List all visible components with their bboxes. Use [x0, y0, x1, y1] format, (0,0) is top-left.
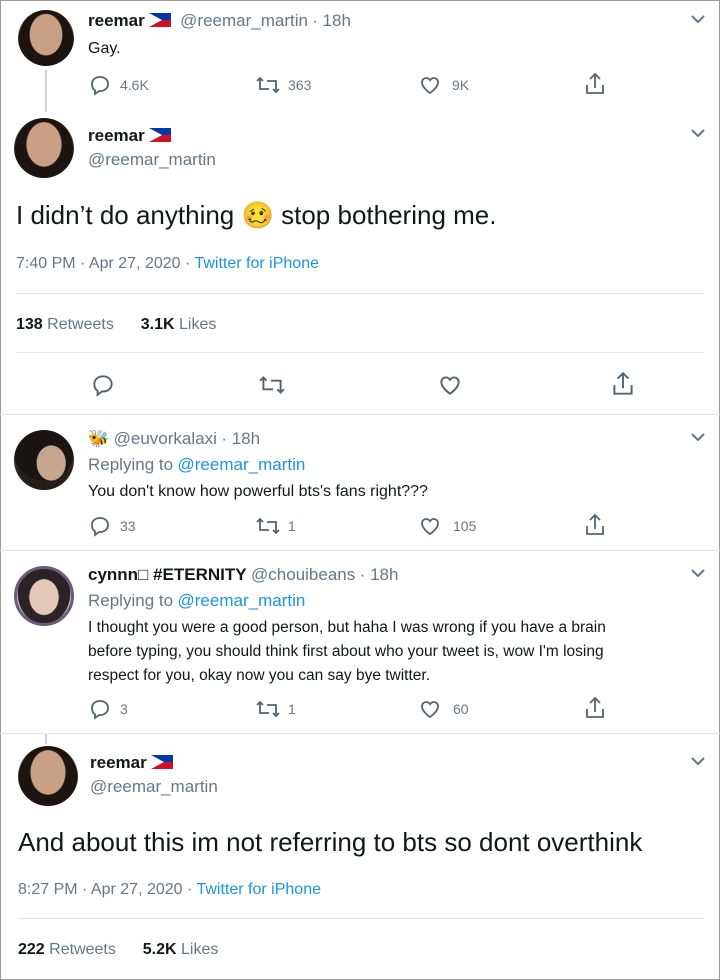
tweet-text: You don't know how powerful bts's fans r…	[88, 483, 428, 500]
replying-label: Replying to	[88, 455, 174, 474]
reply-icon[interactable]	[90, 372, 116, 398]
replying-to-link[interactable]: @reemar_martin	[178, 455, 306, 474]
tweet-text-line-3: respect for you, okay now you can say by…	[88, 667, 431, 684]
tweet-source[interactable]: Twitter for iPhone	[196, 881, 321, 898]
thread-line	[45, 734, 47, 744]
likes-label[interactable]: Likes	[181, 941, 218, 958]
tweet-time[interactable]: · 18h	[221, 429, 260, 448]
reply-count: 4.6K	[120, 77, 149, 93]
retweets-count[interactable]: 138	[16, 316, 43, 333]
avatar[interactable]	[14, 430, 74, 490]
like-count: 9K	[452, 77, 470, 93]
tweet-time[interactable]: 18h	[323, 11, 351, 30]
author-name[interactable]: reemar	[88, 126, 145, 145]
philippines-flag-icon	[148, 128, 171, 142]
retweet-icon[interactable]	[258, 372, 286, 398]
retweet-icon[interactable]	[255, 514, 281, 538]
tweet-source[interactable]: Twitter for iPhone	[194, 255, 319, 272]
author-handle[interactable]: @reemar_martin	[180, 11, 308, 30]
reply-count: 33	[120, 518, 136, 534]
retweet-icon[interactable]	[255, 73, 281, 97]
like-count: 60	[453, 701, 469, 717]
share-icon[interactable]	[583, 695, 607, 721]
like-icon[interactable]	[437, 372, 463, 398]
share-icon[interactable]	[610, 370, 636, 398]
divider	[0, 550, 720, 551]
author-name[interactable]: reemar	[88, 11, 145, 30]
author-handle[interactable]: @reemar_martin	[88, 150, 216, 170]
like-icon[interactable]	[418, 697, 442, 721]
bee-emoji-icon: 🐝	[88, 429, 110, 448]
avatar[interactable]	[18, 10, 74, 66]
likes-label[interactable]: Likes	[179, 316, 216, 333]
retweets-label[interactable]: Retweets	[47, 316, 114, 333]
divider	[0, 414, 720, 415]
chevron-down-icon[interactable]	[690, 14, 706, 24]
woozy-face-emoji-icon: 🥴	[241, 200, 274, 230]
divider	[16, 293, 704, 294]
divider	[18, 918, 704, 919]
author-handle[interactable]: @euvorkalaxi	[114, 429, 217, 448]
like-icon[interactable]	[418, 73, 442, 97]
reply-icon[interactable]	[88, 514, 112, 538]
philippines-flag-icon	[150, 755, 173, 769]
retweet-icon[interactable]	[255, 697, 281, 721]
tweet-text: I didn’t do anything 🥴 stop bothering me…	[16, 200, 497, 230]
share-icon[interactable]	[583, 71, 607, 97]
chevron-down-icon[interactable]	[690, 568, 706, 578]
replying-label: Replying to	[88, 591, 174, 610]
tweet-text: And about this im not referring to bts s…	[18, 827, 643, 857]
chevron-down-icon[interactable]	[690, 432, 706, 442]
author-name[interactable]: cynnn□ #ETERNITY	[88, 565, 247, 584]
likes-count[interactable]: 5.2K	[143, 941, 177, 958]
retweets-label[interactable]: Retweets	[49, 941, 116, 958]
tweet-timestamp[interactable]: 7:40 PM · Apr 27, 2020 ·	[16, 255, 190, 272]
divider	[0, 733, 720, 734]
avatar[interactable]	[14, 566, 74, 626]
author-handle[interactable]: @reemar_martin	[90, 777, 218, 797]
tweet-text: Gay.	[88, 40, 121, 57]
share-icon[interactable]	[583, 512, 607, 538]
author-name[interactable]: reemar	[90, 753, 147, 772]
reply-icon[interactable]	[88, 73, 112, 97]
chevron-down-icon[interactable]	[690, 756, 706, 766]
philippines-flag-icon	[148, 13, 171, 27]
tweet-text-line-2: before typing, you should think first ab…	[88, 643, 604, 660]
retweet-count: 1	[288, 518, 296, 534]
like-count: 105	[453, 518, 477, 534]
thread-line	[45, 70, 47, 112]
retweet-count: 363	[288, 77, 312, 93]
tweet-timestamp[interactable]: 8:27 PM · Apr 27, 2020 ·	[18, 881, 192, 898]
retweet-count: 1	[288, 701, 296, 717]
chevron-down-icon[interactable]	[690, 128, 706, 138]
reply-count: 3	[120, 701, 128, 717]
like-icon[interactable]	[418, 514, 442, 538]
divider	[16, 352, 704, 353]
tweet-text-line-1: I thought you were a good person, but ha…	[88, 619, 606, 636]
likes-count[interactable]: 3.1K	[141, 316, 175, 333]
reply-icon[interactable]	[88, 697, 112, 721]
author-handle[interactable]: @chouibeans	[251, 565, 355, 584]
retweets-count[interactable]: 222	[18, 941, 45, 958]
avatar[interactable]	[14, 118, 74, 178]
tweet-time[interactable]: · 18h	[360, 565, 399, 584]
replying-to-link[interactable]: @reemar_martin	[178, 591, 306, 610]
avatar[interactable]	[18, 746, 78, 806]
